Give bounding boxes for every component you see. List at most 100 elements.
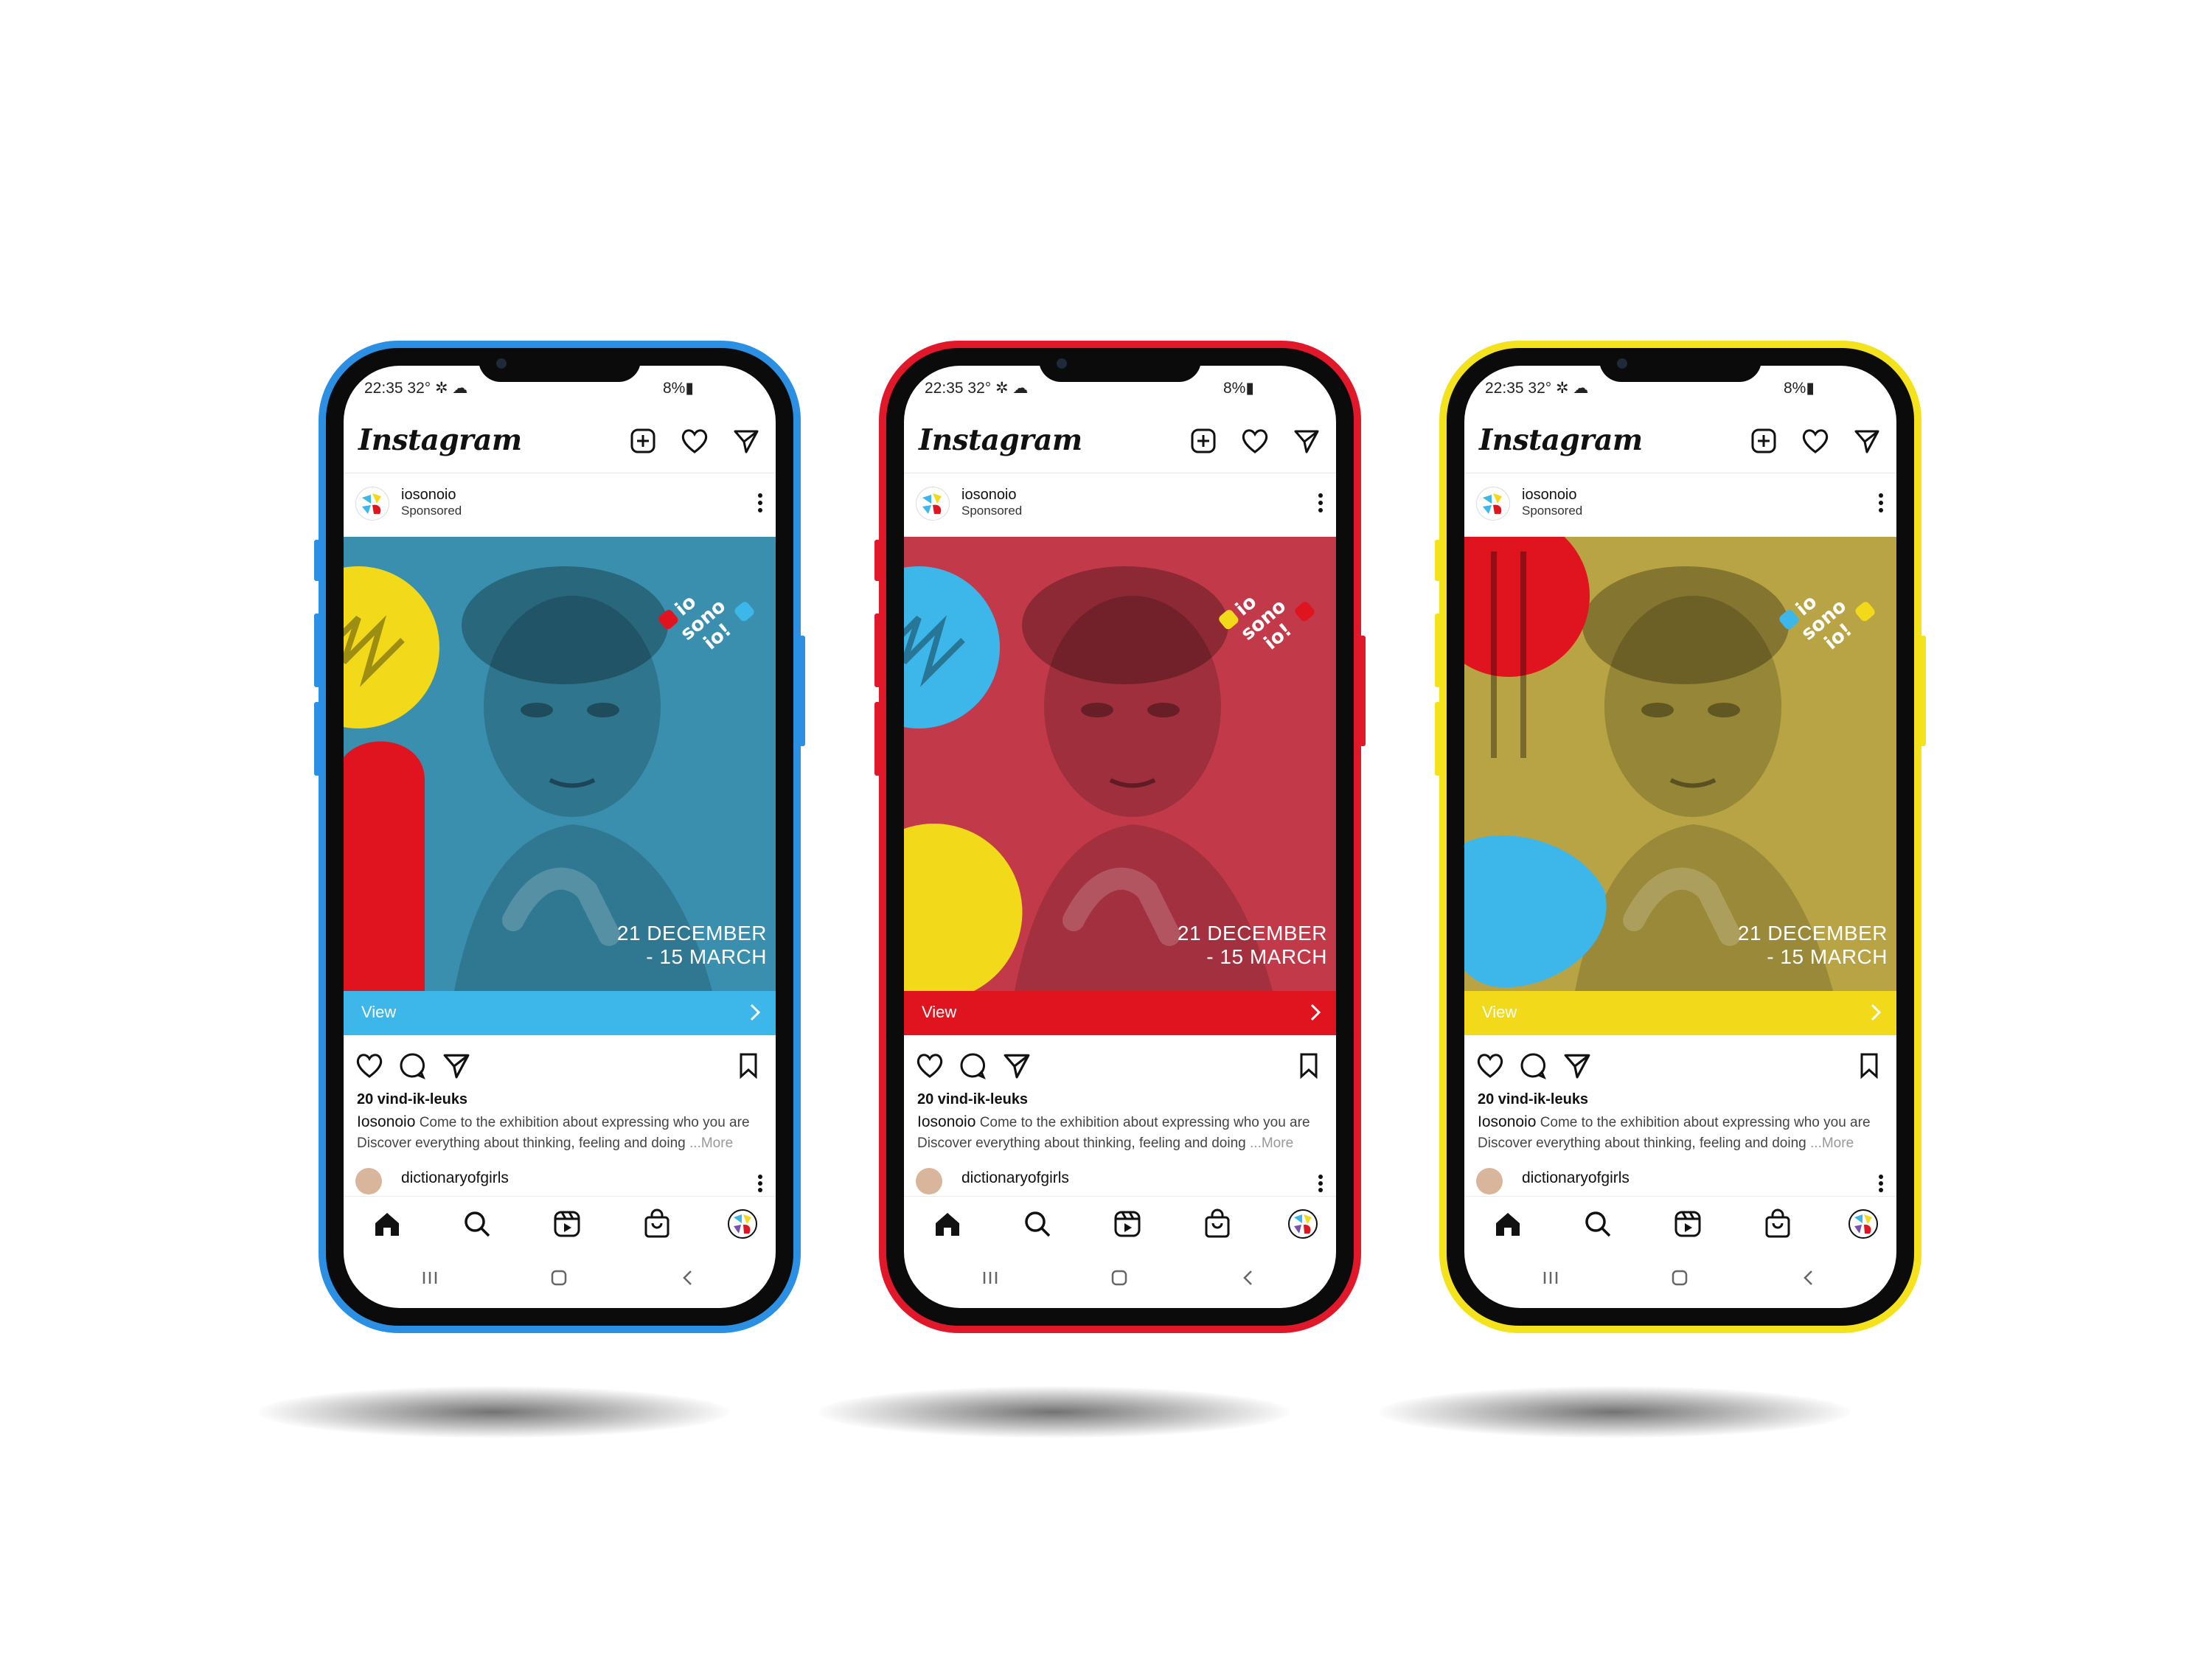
view-cta-label: View [1482, 1003, 1517, 1021]
caption-text-line1: Come to the exhibition about expressing … [419, 1115, 750, 1130]
post-username[interactable]: iosonoio [961, 487, 1017, 504]
post-username[interactable]: iosonoio [401, 487, 456, 504]
post-image[interactable]: io sono io! 21 DECEMBER - 15 MARCH [344, 537, 776, 991]
view-cta-bar[interactable]: View [904, 991, 1336, 1035]
like-heart-icon[interactable] [355, 1051, 383, 1079]
share-icon[interactable] [1563, 1051, 1591, 1079]
heart-icon[interactable] [1799, 425, 1832, 457]
profile-avatar-icon[interactable] [727, 1208, 758, 1239]
event-dates: 21 DECEMBER - 15 MARCH [1738, 922, 1888, 969]
next-post-username[interactable]: dictionaryofgirls [961, 1169, 1069, 1187]
notch [1039, 348, 1201, 382]
new-post-icon[interactable] [627, 425, 659, 457]
home-icon[interactable] [932, 1208, 963, 1239]
home-button-icon[interactable] [1107, 1265, 1132, 1290]
phone-mockup: 22:35 32° ✲ ☁ 8%▮ Instagram iosonoio Spo… [874, 341, 1366, 1333]
likes-count[interactable]: 20 vind-ik-leuks [1478, 1091, 1588, 1108]
post-header: iosonoio Sponsored [355, 482, 764, 525]
shop-icon[interactable] [641, 1208, 672, 1239]
avatar[interactable] [916, 1168, 942, 1194]
profile-avatar-icon[interactable] [1287, 1208, 1318, 1239]
caption-more-link[interactable]: ...More [689, 1135, 733, 1151]
recent-apps-icon[interactable] [417, 1265, 442, 1290]
comment-icon[interactable] [1519, 1051, 1547, 1079]
power-button [1360, 636, 1366, 746]
search-icon[interactable] [1582, 1208, 1613, 1239]
next-post-username[interactable]: dictionaryofgirls [1522, 1169, 1630, 1187]
decorative-blob [344, 741, 425, 991]
home-button-icon[interactable] [546, 1265, 571, 1290]
search-icon[interactable] [1022, 1208, 1053, 1239]
like-heart-icon[interactable] [916, 1051, 944, 1079]
instagram-logo[interactable]: Instagram [919, 423, 1082, 457]
status-battery: 8%▮ [1784, 380, 1815, 397]
bottom-nav [1464, 1196, 1896, 1251]
profile-avatar-icon[interactable] [1848, 1208, 1879, 1239]
view-cta-bar[interactable]: View [1464, 991, 1896, 1035]
view-cta-bar[interactable]: View [344, 991, 776, 1035]
back-icon[interactable] [675, 1265, 700, 1290]
sponsored-label: Sponsored [961, 504, 1023, 518]
phone-shadow [258, 1386, 730, 1438]
direct-message-icon[interactable] [1851, 425, 1883, 457]
comment-icon[interactable] [959, 1051, 987, 1079]
back-icon[interactable] [1796, 1265, 1821, 1290]
avatar[interactable] [1476, 1168, 1503, 1194]
reels-icon[interactable] [1112, 1208, 1143, 1239]
power-button [1920, 636, 1926, 746]
avatar[interactable] [355, 1168, 382, 1194]
recent-apps-icon[interactable] [978, 1265, 1003, 1290]
post-image[interactable]: io sono io! 21 DECEMBER - 15 MARCH [904, 537, 1336, 991]
like-heart-icon[interactable] [1476, 1051, 1504, 1079]
home-icon[interactable] [1492, 1208, 1523, 1239]
back-icon[interactable] [1236, 1265, 1261, 1290]
recent-apps-icon[interactable] [1538, 1265, 1563, 1290]
system-nav-bar [344, 1258, 776, 1299]
side-button [314, 540, 320, 581]
more-options-icon[interactable] [1877, 490, 1885, 516]
more-options-icon[interactable] [1317, 490, 1324, 516]
next-post-username[interactable]: dictionaryofgirls [401, 1169, 509, 1187]
likes-count[interactable]: 20 vind-ik-leuks [917, 1091, 1028, 1108]
avatar[interactable] [1476, 487, 1510, 521]
caption-username[interactable]: Iosonoio [917, 1113, 975, 1130]
more-options-icon[interactable] [1317, 1172, 1324, 1198]
avatar[interactable] [355, 487, 389, 521]
likes-count[interactable]: 20 vind-ik-leuks [357, 1091, 467, 1108]
share-icon[interactable] [1003, 1051, 1031, 1079]
caption-username[interactable]: Iosonoio [357, 1113, 415, 1130]
shop-icon[interactable] [1762, 1208, 1793, 1239]
bookmark-icon[interactable] [1855, 1051, 1883, 1079]
comment-icon[interactable] [398, 1051, 426, 1079]
post-image[interactable]: io sono io! 21 DECEMBER - 15 MARCH [1464, 537, 1896, 991]
heart-icon[interactable] [1239, 425, 1271, 457]
next-post-header: dictionaryofgirls [355, 1168, 764, 1194]
post-actions [355, 1051, 762, 1081]
instagram-logo[interactable]: Instagram [358, 423, 522, 457]
new-post-icon[interactable] [1747, 425, 1780, 457]
bookmark-icon[interactable] [734, 1051, 762, 1079]
avatar[interactable] [916, 487, 950, 521]
reels-icon[interactable] [552, 1208, 582, 1239]
instagram-logo[interactable]: Instagram [1479, 423, 1643, 457]
more-options-icon[interactable] [1877, 1172, 1885, 1198]
heart-icon[interactable] [678, 425, 711, 457]
home-icon[interactable] [372, 1208, 403, 1239]
search-icon[interactable] [462, 1208, 493, 1239]
direct-message-icon[interactable] [1290, 425, 1323, 457]
direct-message-icon[interactable] [730, 425, 762, 457]
caption-more-link[interactable]: ...More [1810, 1135, 1854, 1151]
event-date-start: 21 DECEMBER [1737, 922, 1888, 945]
more-options-icon[interactable] [757, 490, 764, 516]
shop-icon[interactable] [1202, 1208, 1233, 1239]
reels-icon[interactable] [1672, 1208, 1703, 1239]
caption-username[interactable]: Iosonoio [1478, 1113, 1536, 1130]
home-button-icon[interactable] [1667, 1265, 1692, 1290]
bookmark-icon[interactable] [1295, 1051, 1323, 1079]
event-dates: 21 DECEMBER - 15 MARCH [617, 922, 767, 969]
more-options-icon[interactable] [757, 1172, 764, 1198]
share-icon[interactable] [442, 1051, 470, 1079]
post-username[interactable]: iosonoio [1522, 487, 1577, 504]
caption-more-link[interactable]: ...More [1250, 1135, 1293, 1151]
new-post-icon[interactable] [1187, 425, 1220, 457]
